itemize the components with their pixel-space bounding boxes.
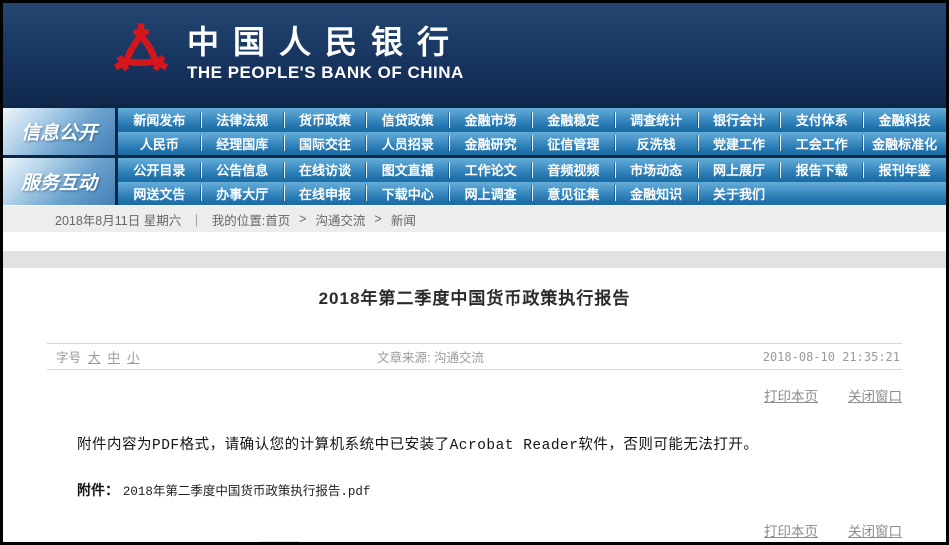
nav-item[interactable]: 图文直播 xyxy=(366,158,449,182)
email-recommend-row: Email推荐: 发送 xyxy=(47,541,902,545)
article-meta-bar: 字号 大 中 小 文章来源: 沟通交流 2018-08-10 21:35:21 xyxy=(47,343,902,370)
print-page-link[interactable]: 打印本页 xyxy=(764,520,818,540)
nav-row: 新闻发布法律法规货币政策信贷政策金融市场金融稳定调查统计银行会计支付体系金融科技 xyxy=(118,108,946,132)
bank-name-en: THE PEOPLE'S BANK OF CHINA xyxy=(187,63,464,83)
print-page-link[interactable]: 打印本页 xyxy=(764,385,818,405)
page-actions-bottom: 打印本页 关闭窗口 xyxy=(47,520,902,540)
nav-item[interactable]: 金融市场 xyxy=(449,108,532,132)
font-size-small-button[interactable]: 小 xyxy=(127,347,140,366)
nav-item[interactable]: 国际交往 xyxy=(284,132,367,156)
nav-section: 服务互动公开目录公告信息在线访谈图文直播工作论文音频视频市场动态网上展厅报告下载… xyxy=(3,158,946,205)
nav-filler xyxy=(780,182,863,206)
nav-section-label[interactable]: 信息公开 xyxy=(3,108,115,155)
nav-item[interactable]: 征信管理 xyxy=(532,132,615,156)
nav-item[interactable]: 工作论文 xyxy=(449,158,532,182)
breadcrumb-divider: ｜ xyxy=(190,210,203,229)
nav-item[interactable]: 关于我们 xyxy=(698,182,781,206)
send-button[interactable]: 发送 xyxy=(261,541,298,545)
nav-item[interactable]: 音频视频 xyxy=(532,158,615,182)
site-header: 中国人民银行 THE PEOPLE'S BANK OF CHINA xyxy=(3,3,946,105)
nav-item[interactable]: 金融研究 xyxy=(449,132,532,156)
email-recommend-label: Email推荐: xyxy=(49,541,122,545)
nav-row: 人民币经理国库国际交往人员招录金融研究征信管理反洗钱党建工作工会工作金融标准化 xyxy=(118,132,946,156)
nav-item[interactable]: 党建工作 xyxy=(698,132,781,156)
spacer-strip xyxy=(3,232,946,251)
nav-item[interactable]: 法律法规 xyxy=(201,108,284,132)
font-size-label: 字号 xyxy=(56,347,81,366)
main-nav: 信息公开新闻发布法律法规货币政策信贷政策金融市场金融稳定调查统计银行会计支付体系… xyxy=(3,105,946,205)
nav-item[interactable]: 市场动态 xyxy=(615,158,698,182)
attachment-line: 附件： 2018年第二季度中国货币政策执行报告.pdf xyxy=(77,480,902,500)
article-datetime: 2018-08-10 21:35:21 xyxy=(763,350,902,364)
nav-item[interactable]: 办事大厅 xyxy=(201,182,284,206)
nav-item[interactable]: 货币政策 xyxy=(284,108,367,132)
nav-item[interactable]: 支付体系 xyxy=(780,108,863,132)
breadcrumb-item-news[interactable]: 新闻 xyxy=(391,210,416,229)
nav-item[interactable]: 在线申报 xyxy=(284,182,367,206)
nav-item[interactable]: 调查统计 xyxy=(615,108,698,132)
close-window-link[interactable]: 关闭窗口 xyxy=(848,520,902,540)
nav-item[interactable]: 公开目录 xyxy=(118,158,201,182)
attachment-label: 附件： xyxy=(77,482,119,498)
article-source: 文章来源: 沟通交流 xyxy=(377,347,763,366)
nav-item[interactable]: 信贷政策 xyxy=(366,108,449,132)
nav-item[interactable]: 网送文告 xyxy=(118,182,201,206)
nav-item[interactable]: 金融科技 xyxy=(863,108,946,132)
breadcrumb-arrow-icon: > xyxy=(299,212,306,226)
article-title: 2018年第二季度中国货币政策执行报告 xyxy=(47,284,902,309)
breadcrumb-arrow-icon: > xyxy=(375,212,382,226)
pboc-logo-icon xyxy=(109,19,173,89)
font-size-medium-button[interactable]: 中 xyxy=(108,347,121,366)
nav-row: 公开目录公告信息在线访谈图文直播工作论文音频视频市场动态网上展厅报告下载报刊年鉴 xyxy=(118,158,946,182)
article-panel: 2018年第二季度中国货币政策执行报告 字号 大 中 小 文章来源: 沟通交流 … xyxy=(3,268,946,545)
nav-filler xyxy=(863,182,946,206)
nav-item[interactable]: 人民币 xyxy=(118,132,201,156)
spacer-strip xyxy=(3,251,946,268)
attachment-pdf-link[interactable]: 2018年第二季度中国货币政策执行报告.pdf xyxy=(123,485,371,499)
logo-text-block: 中国人民银行 THE PEOPLE'S BANK OF CHINA xyxy=(187,25,464,82)
nav-item[interactable]: 下载中心 xyxy=(366,182,449,206)
nav-item[interactable]: 报告下载 xyxy=(780,158,863,182)
nav-item[interactable]: 反洗钱 xyxy=(615,132,698,156)
bank-name-cn: 中国人民银行 xyxy=(187,25,464,60)
nav-item[interactable]: 人员招录 xyxy=(366,132,449,156)
nav-item[interactable]: 网上调查 xyxy=(449,182,532,206)
nav-section: 信息公开新闻发布法律法规货币政策信贷政策金融市场金融稳定调查统计银行会计支付体系… xyxy=(3,108,946,155)
close-window-link[interactable]: 关闭窗口 xyxy=(848,385,902,405)
font-size-large-button[interactable]: 大 xyxy=(88,347,101,366)
nav-item[interactable]: 在线访谈 xyxy=(284,158,367,182)
nav-item[interactable]: 网上展厅 xyxy=(698,158,781,182)
nav-item[interactable]: 公告信息 xyxy=(201,158,284,182)
breadcrumb-date: 2018年8月11日 星期六 xyxy=(55,210,181,229)
font-size-controls: 字号 大 中 小 xyxy=(47,347,377,366)
nav-item[interactable]: 金融知识 xyxy=(615,182,698,206)
nav-item[interactable]: 意见征集 xyxy=(532,182,615,206)
page-actions-top: 打印本页 关闭窗口 xyxy=(47,385,902,405)
nav-item[interactable]: 工会工作 xyxy=(780,132,863,156)
breadcrumb-item-category[interactable]: 沟通交流 xyxy=(316,210,366,229)
breadcrumb-location-prefix[interactable]: 我的位置:首页 xyxy=(212,210,290,229)
article-body-text: 附件内容为PDF格式，请确认您的计算机系统中已安装了Acrobat Reader… xyxy=(77,433,902,454)
nav-item[interactable]: 报刊年鉴 xyxy=(863,158,946,182)
page: 中国人民银行 THE PEOPLE'S BANK OF CHINA 信息公开新闻… xyxy=(0,0,949,545)
nav-item[interactable]: 金融稳定 xyxy=(532,108,615,132)
nav-item[interactable]: 经理国库 xyxy=(201,132,284,156)
nav-item[interactable]: 金融标准化 xyxy=(863,132,946,156)
nav-item[interactable]: 银行会计 xyxy=(698,108,781,132)
nav-row: 网送文告办事大厅在线申报下载中心网上调查意见征集金融知识关于我们 xyxy=(118,182,946,206)
nav-item[interactable]: 新闻发布 xyxy=(118,108,201,132)
nav-section-label[interactable]: 服务互动 xyxy=(3,158,115,205)
breadcrumb: 2018年8月11日 星期六 ｜ 我的位置:首页 > 沟通交流 > 新闻 xyxy=(3,205,946,232)
